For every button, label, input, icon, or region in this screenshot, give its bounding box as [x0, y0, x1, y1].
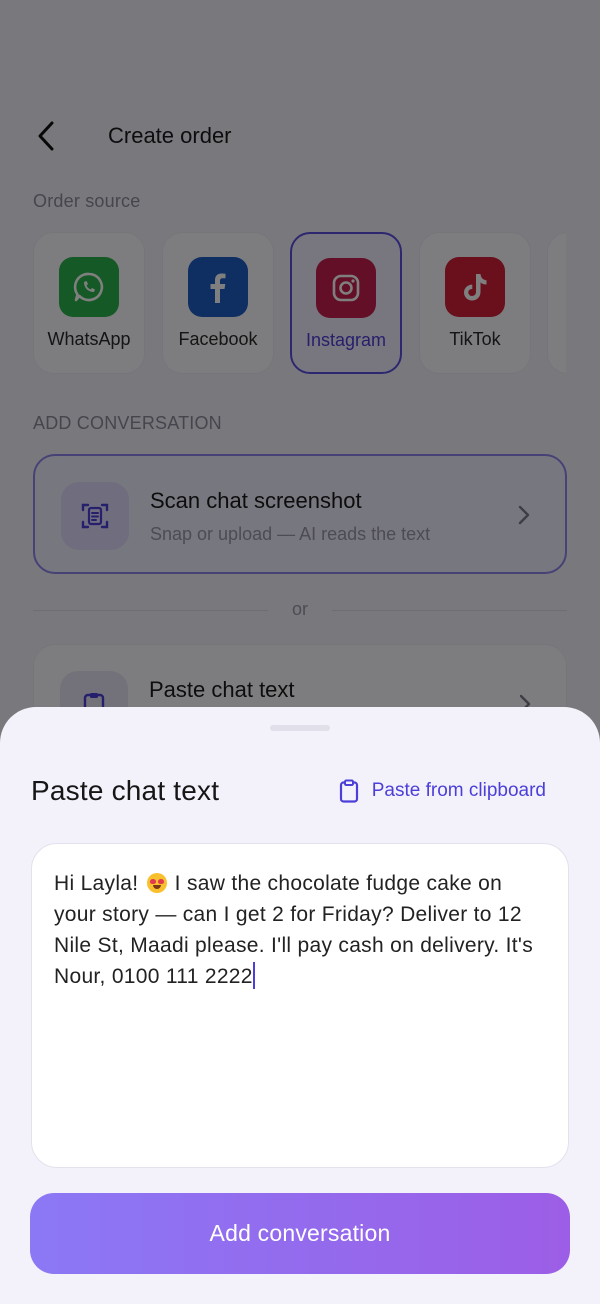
sheet-grabber[interactable]	[270, 725, 330, 731]
paste-from-clipboard-button[interactable]: Paste from clipboard	[338, 779, 546, 803]
heart-eyes-emoji	[146, 873, 167, 893]
add-conversation-button[interactable]: Add conversation	[30, 1193, 570, 1274]
clipboard-label: Paste from clipboard	[371, 780, 546, 801]
clipboard-icon	[339, 779, 358, 803]
add-conversation-label: Add conversation	[209, 1220, 391, 1246]
chat-text-input[interactable]: Hi Layla! I saw the chocolate fudge cake…	[31, 843, 569, 1168]
chat-text-part: Hi Layla!	[54, 872, 145, 895]
text-caret	[252, 962, 255, 989]
chat-text-value: Hi Layla! I saw the chocolate fudge cake…	[54, 868, 546, 992]
sheet-title: Paste chat text	[31, 775, 220, 806]
paste-chat-bottom-sheet: Paste chat text Paste from clipboard Hi …	[0, 707, 600, 1304]
